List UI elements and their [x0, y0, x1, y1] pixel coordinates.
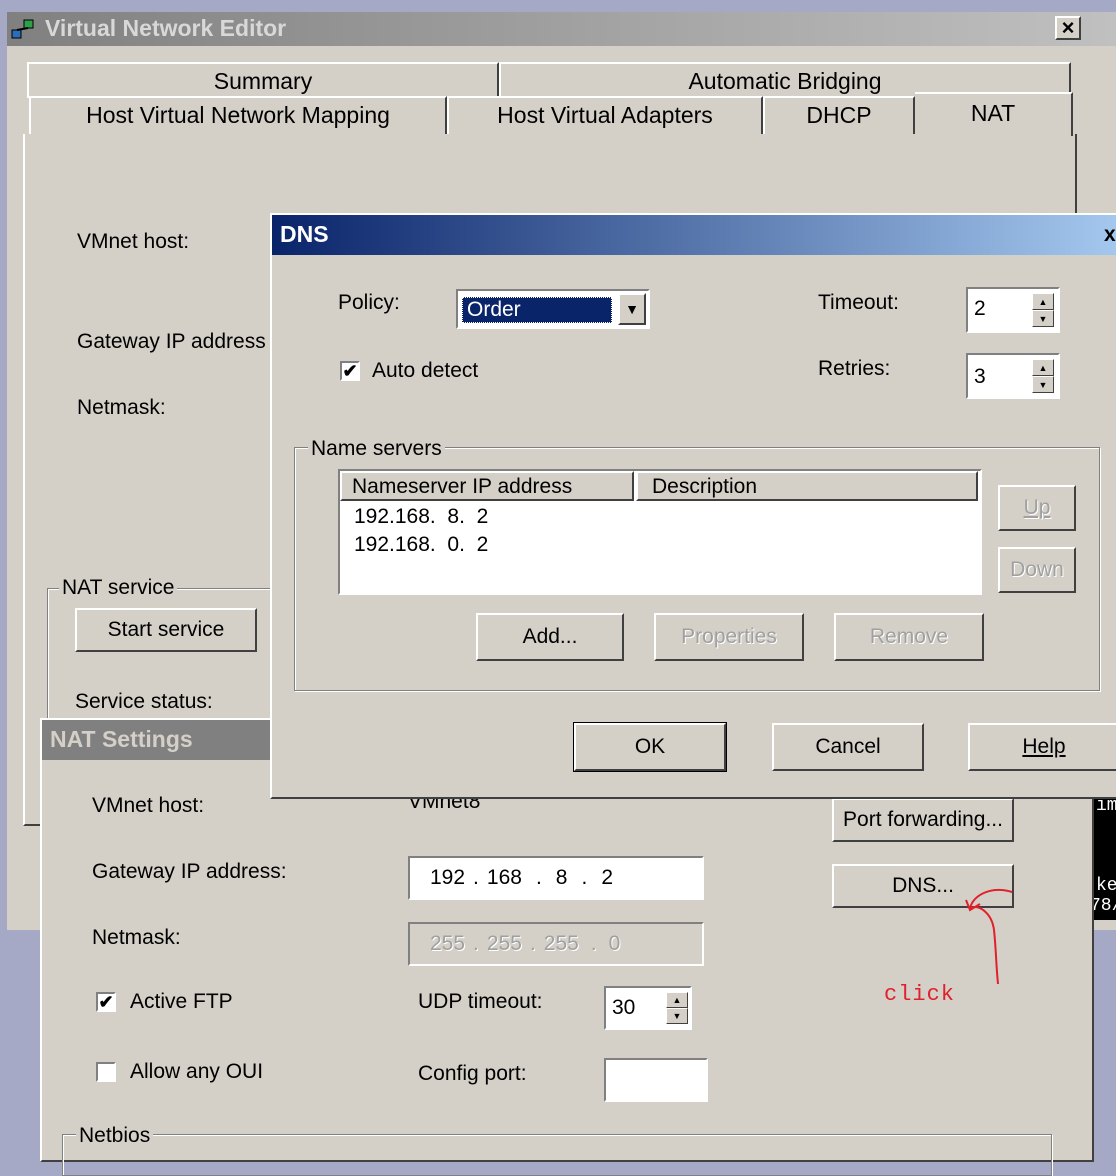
timeout-label: Timeout: — [818, 291, 899, 314]
nat-gateway-label: Gateway IP address: — [92, 860, 287, 883]
netmask-field: 255. 255. 255. 0 — [408, 922, 704, 966]
terminal-line: ke — [1096, 876, 1116, 896]
dns-dialog: DNS x Policy: Order ▼ ✔ Auto detect Time… — [270, 213, 1116, 799]
table-row[interactable]: 192.168. 8. 2 — [354, 505, 488, 529]
nat-netmask-label: Netmask: — [92, 926, 181, 949]
gateway-ip-field[interactable]: 192. 168. 8. 2 — [408, 856, 704, 900]
netmask-label: Netmask: — [77, 396, 166, 419]
spin-down-icon[interactable]: ▼ — [1032, 376, 1054, 393]
nat-settings-title: NAT Settings — [50, 726, 193, 752]
dns-close-icon[interactable]: x — [1104, 223, 1116, 247]
retries-field[interactable]: 3 ▲ ▼ — [966, 353, 1060, 399]
active-ftp-label: Active FTP — [130, 990, 233, 1013]
auto-detect-label: Auto detect — [372, 359, 479, 382]
spin-up-icon[interactable]: ▲ — [666, 992, 688, 1008]
vmnet-host-label: VMnet host: — [77, 230, 190, 253]
config-port-label: Config port: — [418, 1062, 527, 1085]
dns-title: DNS — [280, 221, 329, 247]
table-row[interactable]: 192.168. 0. 2 — [354, 533, 488, 557]
name-servers-list[interactable]: Nameserver IP address Description 192.16… — [338, 469, 982, 595]
add-button[interactable]: Add... — [476, 613, 624, 661]
udp-timeout-spinner[interactable]: ▲ ▼ — [666, 992, 688, 1024]
retries-spinner[interactable]: ▲ ▼ — [1032, 359, 1054, 393]
netbios-group-label: Netbios — [76, 1124, 154, 1148]
ok-button[interactable]: OK — [573, 722, 727, 772]
netmask-octet: 0 — [608, 932, 621, 955]
timeout-value: 2 — [974, 297, 986, 320]
active-ftp-checkbox[interactable]: ✔ — [96, 992, 116, 1012]
help-button[interactable]: Help — [968, 723, 1116, 771]
tab-summary[interactable]: Summary — [27, 62, 499, 98]
start-service-button[interactable]: Start service — [75, 608, 257, 652]
cancel-button[interactable]: Cancel — [772, 723, 924, 771]
udp-timeout-value: 30 — [612, 996, 636, 1019]
click-arrow-icon — [965, 889, 1013, 985]
tab-dhcp[interactable]: DHCP — [763, 96, 915, 134]
service-status-label: Service status: — [75, 690, 213, 713]
tab-host-virtual-adapters[interactable]: Host Virtual Adapters — [447, 96, 763, 134]
column-header-description[interactable]: Description — [636, 471, 978, 501]
editor-title: Virtual Network Editor — [45, 15, 287, 41]
udp-timeout-label: UDP timeout: — [418, 990, 543, 1013]
retries-value: 3 — [974, 365, 986, 388]
spin-up-icon[interactable]: ▲ — [1032, 359, 1054, 376]
policy-value: Order — [462, 297, 612, 323]
netbios-group — [62, 1134, 1052, 1176]
gateway-octet: 2 — [601, 866, 613, 889]
chevron-down-icon[interactable]: ▼ — [618, 293, 646, 325]
gateway-ip-label: Gateway IP address — [77, 330, 266, 353]
auto-detect-checkbox[interactable]: ✔ — [340, 361, 360, 381]
down-button[interactable]: Down — [998, 547, 1076, 593]
network-app-icon — [11, 18, 35, 40]
netmask-octet: 255 — [486, 932, 522, 955]
up-button[interactable]: Up — [998, 485, 1076, 531]
click-annotation: click — [884, 982, 956, 1007]
column-header-ip[interactable]: Nameserver IP address — [340, 471, 634, 501]
gateway-octet: 192 — [430, 866, 466, 889]
policy-select[interactable]: Order ▼ — [456, 289, 650, 329]
config-port-field[interactable] — [604, 1058, 708, 1102]
dns-titlebar[interactable]: DNS x — [272, 215, 1116, 255]
gateway-octet: 8 — [555, 866, 568, 889]
name-servers-group-label: Name servers — [308, 437, 445, 461]
nat-vmnet-host-label: VMnet host: — [92, 794, 205, 817]
terminal-line: im — [1096, 796, 1116, 816]
editor-titlebar[interactable]: Virtual Network Editor × — [7, 12, 1116, 46]
spin-down-icon[interactable]: ▼ — [666, 1008, 688, 1024]
port-forwarding-button[interactable]: Port forwarding... — [832, 798, 1014, 842]
udp-timeout-field[interactable]: 30 ▲ ▼ — [604, 986, 692, 1030]
nat-service-group-label: NAT service — [59, 576, 178, 600]
spin-up-icon[interactable]: ▲ — [1032, 293, 1054, 310]
netmask-octet: 255 — [543, 932, 579, 955]
editor-close-button[interactable]: × — [1055, 15, 1081, 40]
tab-nat[interactable]: NAT — [915, 92, 1073, 136]
retries-label: Retries: — [818, 357, 891, 380]
timeout-spinner[interactable]: ▲ ▼ — [1032, 293, 1054, 327]
netmask-octet: 255 — [430, 932, 466, 955]
policy-label: Policy: — [338, 291, 400, 314]
timeout-field[interactable]: 2 ▲ ▼ — [966, 287, 1060, 333]
spin-down-icon[interactable]: ▼ — [1032, 310, 1054, 327]
tab-host-virtual-network-mapping[interactable]: Host Virtual Network Mapping — [29, 96, 447, 134]
allow-any-oui-checkbox[interactable] — [96, 1062, 116, 1082]
gateway-octet: 168 — [486, 866, 522, 889]
remove-button[interactable]: Remove — [834, 613, 984, 661]
allow-any-oui-label: Allow any OUI — [130, 1060, 264, 1083]
properties-button[interactable]: Properties — [654, 613, 804, 661]
